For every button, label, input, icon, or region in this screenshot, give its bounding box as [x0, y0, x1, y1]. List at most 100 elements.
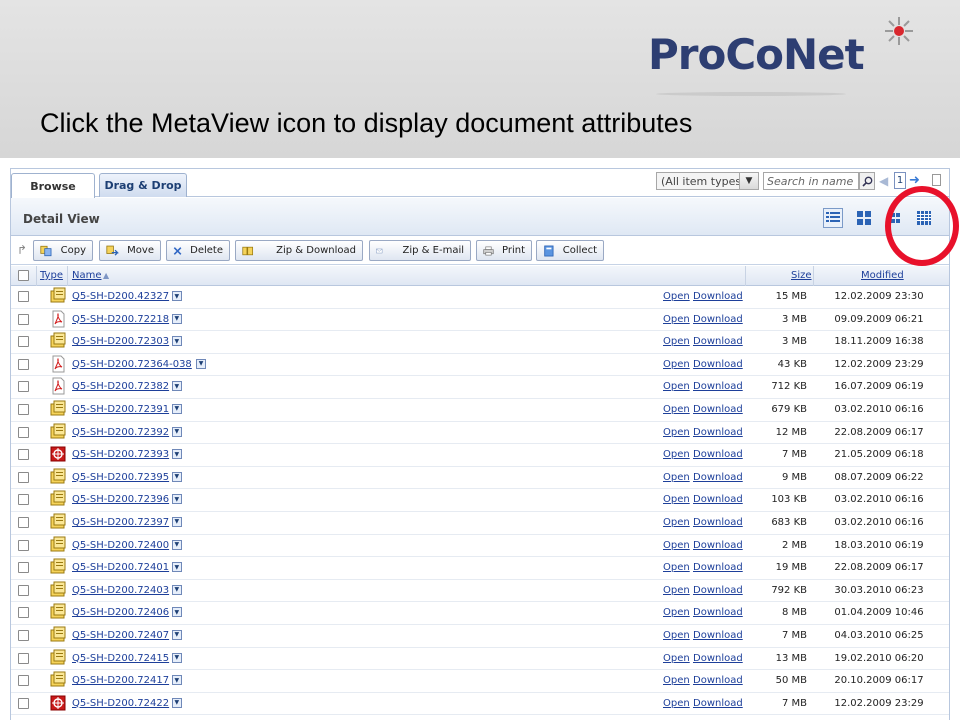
row-checkbox[interactable] [18, 381, 29, 393]
row-checkbox[interactable] [18, 629, 29, 641]
column-type-header[interactable]: Type [40, 270, 63, 281]
table-row[interactable]: Q5-SH-D200.72395 ▼ Open Download 9 MB 08.07.2… [11, 467, 949, 490]
row-checkbox[interactable] [18, 697, 29, 709]
row-menu-button[interactable]: ▼ [171, 494, 182, 505]
download-link[interactable]: Download [693, 630, 743, 641]
table-row[interactable]: Q5-SH-D200.72364-038 ▼ Open Download 43 KB 12… [11, 354, 949, 377]
download-link[interactable]: Download [693, 381, 743, 392]
row-checkbox[interactable] [18, 652, 29, 664]
row-checkbox[interactable] [18, 516, 29, 528]
download-link[interactable]: Download [693, 359, 743, 370]
row-menu-button[interactable]: ▼ [171, 629, 182, 640]
row-menu-button[interactable]: ▼ [196, 358, 206, 369]
row-checkbox[interactable] [18, 471, 29, 483]
tab-drag-drop[interactable]: Drag & Drop [99, 173, 187, 197]
open-link[interactable]: Open [663, 698, 690, 709]
file-name-link[interactable]: Q5-SH-D200.72422 [72, 698, 169, 709]
file-name-link[interactable]: Q5-SH-D200.72400 [72, 540, 169, 551]
detail-view-button[interactable] [823, 208, 843, 228]
download-link[interactable]: Download [693, 517, 743, 528]
open-link[interactable]: Open [663, 540, 690, 551]
download-link[interactable]: Download [693, 675, 743, 686]
row-menu-button[interactable]: ▼ [171, 291, 182, 301]
row-checkbox[interactable] [18, 449, 29, 461]
row-checkbox[interactable] [18, 494, 29, 506]
download-link[interactable]: Download [693, 404, 743, 415]
row-menu-button[interactable]: ▼ [171, 381, 182, 392]
row-checkbox[interactable] [18, 426, 29, 438]
table-row[interactable]: Q5-SH-D200.72401 ▼ Open Download 19 MB 22.08.… [11, 557, 949, 580]
open-link[interactable]: Open [663, 675, 690, 686]
file-name-link[interactable]: Q5-SH-D200.72417 [72, 675, 169, 686]
next-page-icon[interactable]: ➜ [909, 173, 920, 188]
open-link[interactable]: Open [663, 607, 690, 618]
row-menu-button[interactable]: ▼ [171, 471, 182, 482]
open-link[interactable]: Open [663, 562, 690, 573]
file-name-link[interactable]: Q5-SH-D200.72392 [72, 427, 169, 438]
table-row[interactable]: Q5-SH-D200.72403 ▼ Open Download 792 KB 30.03… [11, 580, 949, 603]
row-checkbox[interactable] [18, 291, 29, 302]
download-link[interactable]: Download [693, 698, 743, 709]
row-checkbox[interactable] [18, 358, 29, 370]
select-all-checkbox[interactable] [18, 270, 29, 281]
table-row[interactable]: Q5-SH-D200.72392 ▼ Open Download 12 MB 22.08.… [11, 422, 949, 445]
table-row[interactable]: Q5-SH-D200.72406 ▼ Open Download 8 MB 01.04.2… [11, 602, 949, 625]
row-menu-button[interactable]: ▼ [171, 652, 182, 663]
row-checkbox[interactable] [18, 675, 29, 687]
download-link[interactable]: Download [693, 653, 743, 664]
row-menu-button[interactable]: ▼ [171, 449, 182, 460]
row-menu-button[interactable]: ▼ [171, 675, 182, 686]
row-menu-button[interactable]: ▼ [171, 562, 182, 573]
column-modified-header[interactable]: Modified [861, 270, 904, 281]
file-name-link[interactable]: Q5-SH-D200.72395 [72, 472, 169, 483]
open-link[interactable]: Open [663, 336, 690, 347]
open-link[interactable]: Open [663, 494, 690, 505]
open-link[interactable]: Open [663, 653, 690, 664]
row-checkbox[interactable] [18, 403, 29, 415]
row-checkbox[interactable] [18, 562, 29, 574]
column-size-header[interactable]: Size [791, 270, 812, 281]
column-name-header[interactable]: Name [72, 270, 102, 281]
download-link[interactable]: Download [693, 585, 743, 596]
zip-email-button[interactable]: Zip & E-mail [369, 240, 471, 261]
open-link[interactable]: Open [663, 449, 690, 460]
file-name-link[interactable]: Q5-SH-D200.72401 [72, 562, 169, 573]
file-name-link[interactable]: Q5-SH-D200.72396 [72, 494, 169, 505]
row-menu-button[interactable]: ▼ [171, 539, 182, 550]
row-menu-button[interactable]: ▼ [171, 697, 182, 708]
table-row[interactable]: Q5-SH-D200.72415 ▼ Open Download 13 MB 19.02.… [11, 648, 949, 671]
row-menu-button[interactable]: ▼ [171, 336, 182, 347]
search-button[interactable] [859, 172, 875, 190]
row-menu-button[interactable]: ▼ [171, 516, 182, 527]
table-row[interactable]: Q5-SH-D200.72422 ▼ Open Download 7 MB 12.02.2… [11, 693, 949, 716]
file-name-link[interactable]: Q5-SH-D200.42327 [72, 291, 169, 302]
table-row[interactable]: Q5-SH-D200.72391 ▼ Open Download 679 KB 03.02… [11, 399, 949, 422]
open-link[interactable]: Open [663, 291, 690, 302]
row-checkbox[interactable] [18, 607, 29, 619]
table-row[interactable]: Q5-SH-D200.72303 ▼ Open Download 3 MB 18.11.2… [11, 331, 949, 354]
download-link[interactable]: Download [693, 291, 743, 302]
table-row[interactable]: Q5-SH-D200.72218 ▼ Open Download 3 MB 09.09.2… [11, 309, 949, 332]
file-name-link[interactable]: Q5-SH-D200.72415 [72, 653, 169, 664]
row-menu-button[interactable]: ▼ [171, 607, 182, 618]
download-link[interactable]: Download [693, 607, 743, 618]
zip-download-button[interactable]: Zip & Download [235, 240, 363, 261]
download-link[interactable]: Download [693, 540, 743, 551]
table-row[interactable]: Q5-SH-D200.72393 ▼ Open Download 7 MB 21.05.2… [11, 444, 949, 467]
download-link[interactable]: Download [693, 449, 743, 460]
thumbnail-view-button[interactable] [854, 208, 874, 228]
row-menu-button[interactable]: ▼ [171, 584, 182, 595]
table-row[interactable]: Q5-SH-D200.72400 ▼ Open Download 2 MB 18.03.2… [11, 535, 949, 558]
download-link[interactable]: Download [693, 472, 743, 483]
open-link[interactable]: Open [663, 517, 690, 528]
file-name-link[interactable]: Q5-SH-D200.72407 [72, 630, 169, 641]
row-checkbox[interactable] [18, 313, 29, 325]
open-link[interactable]: Open [663, 359, 690, 370]
move-button[interactable]: Move [99, 240, 161, 261]
row-menu-button[interactable]: ▼ [171, 426, 182, 437]
file-name-link[interactable]: Q5-SH-D200.72364-038 [72, 359, 192, 370]
item-type-dropdown-button[interactable]: ▼ [739, 172, 759, 190]
row-checkbox[interactable] [18, 539, 29, 551]
file-name-link[interactable]: Q5-SH-D200.72397 [72, 517, 169, 528]
file-name-link[interactable]: Q5-SH-D200.72382 [72, 381, 169, 392]
